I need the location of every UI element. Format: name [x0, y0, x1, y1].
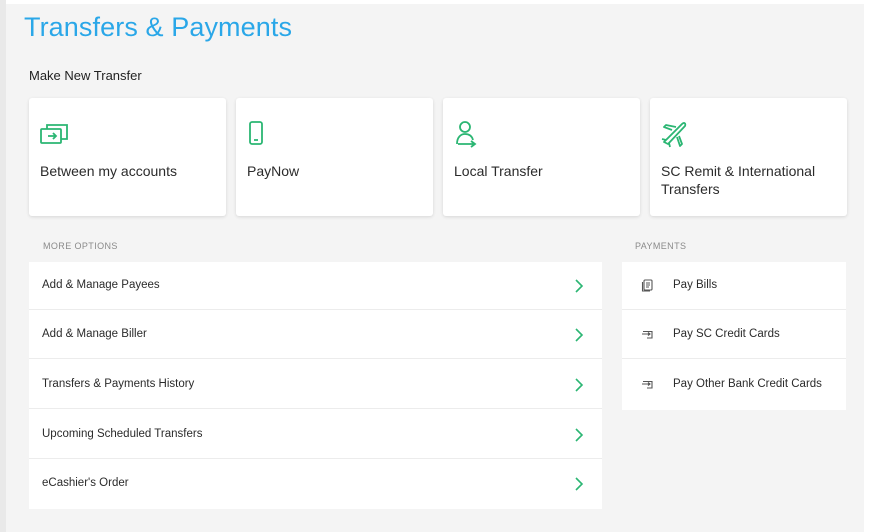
payments-heading: PAYMENTS [635, 241, 687, 251]
more-options-heading: MORE OPTIONS [43, 241, 118, 251]
payment-label: Pay Bills [673, 279, 718, 291]
card-paynow[interactable]: PayNow [236, 98, 433, 216]
option-label: eCashier's Order [42, 477, 129, 489]
card-between-my-accounts[interactable]: Between my accounts [29, 98, 226, 216]
option-upcoming-scheduled-transfers[interactable]: Upcoming Scheduled Transfers [29, 411, 602, 459]
option-label: Add & Manage Biller [42, 328, 147, 340]
mobile-phone-icon [246, 120, 278, 150]
chevron-right-icon [574, 328, 584, 342]
transfer-accounts-icon [39, 120, 71, 150]
credit-card-icon [641, 378, 654, 391]
option-add-manage-biller[interactable]: Add & Manage Biller [29, 311, 602, 359]
payment-pay-other-bank-credit-cards[interactable]: Pay Other Bank Credit Cards [622, 361, 846, 409]
payments-list: Pay Bills Pay SC Credit Cards Pay Other … [622, 262, 846, 410]
page: Transfers & Payments Make New Transfer B… [0, 0, 880, 532]
chevron-right-icon [574, 279, 584, 293]
more-options-list: Add & Manage Payees Add & Manage Biller … [29, 262, 602, 509]
payment-pay-bills[interactable]: Pay Bills [622, 262, 846, 310]
person-transfer-icon [453, 120, 485, 150]
option-label: Add & Manage Payees [42, 279, 160, 291]
airplane-icon [660, 120, 692, 150]
chevron-right-icon [574, 378, 584, 392]
chevron-right-icon [574, 477, 584, 491]
option-label: Upcoming Scheduled Transfers [42, 428, 203, 440]
payment-label: Pay SC Credit Cards [673, 328, 780, 340]
credit-card-icon [641, 328, 654, 341]
card-local-transfer[interactable]: Local Transfer [443, 98, 640, 216]
bill-document-icon [641, 279, 654, 292]
page-title: Transfers & Payments [24, 12, 293, 42]
option-label: Transfers & Payments History [42, 378, 195, 390]
payment-pay-sc-credit-cards[interactable]: Pay SC Credit Cards [622, 311, 846, 359]
payment-label: Pay Other Bank Credit Cards [673, 378, 822, 390]
transfers-panel: Transfers & Payments Make New Transfer B… [6, 4, 864, 532]
card-label: Local Transfer [454, 163, 543, 179]
option-add-manage-payees[interactable]: Add & Manage Payees [29, 262, 602, 310]
card-label: SC Remit & International Transfers [661, 163, 816, 197]
option-ecashiers-order[interactable]: eCashier's Order [29, 460, 602, 508]
card-sc-remit-international[interactable]: SC Remit & International Transfers [650, 98, 847, 216]
card-label: Between my accounts [40, 163, 177, 179]
option-transfers-payments-history[interactable]: Transfers & Payments History [29, 361, 602, 409]
chevron-right-icon [574, 428, 584, 442]
card-label: PayNow [247, 163, 300, 179]
make-new-transfer-label: Make New Transfer [29, 68, 142, 83]
